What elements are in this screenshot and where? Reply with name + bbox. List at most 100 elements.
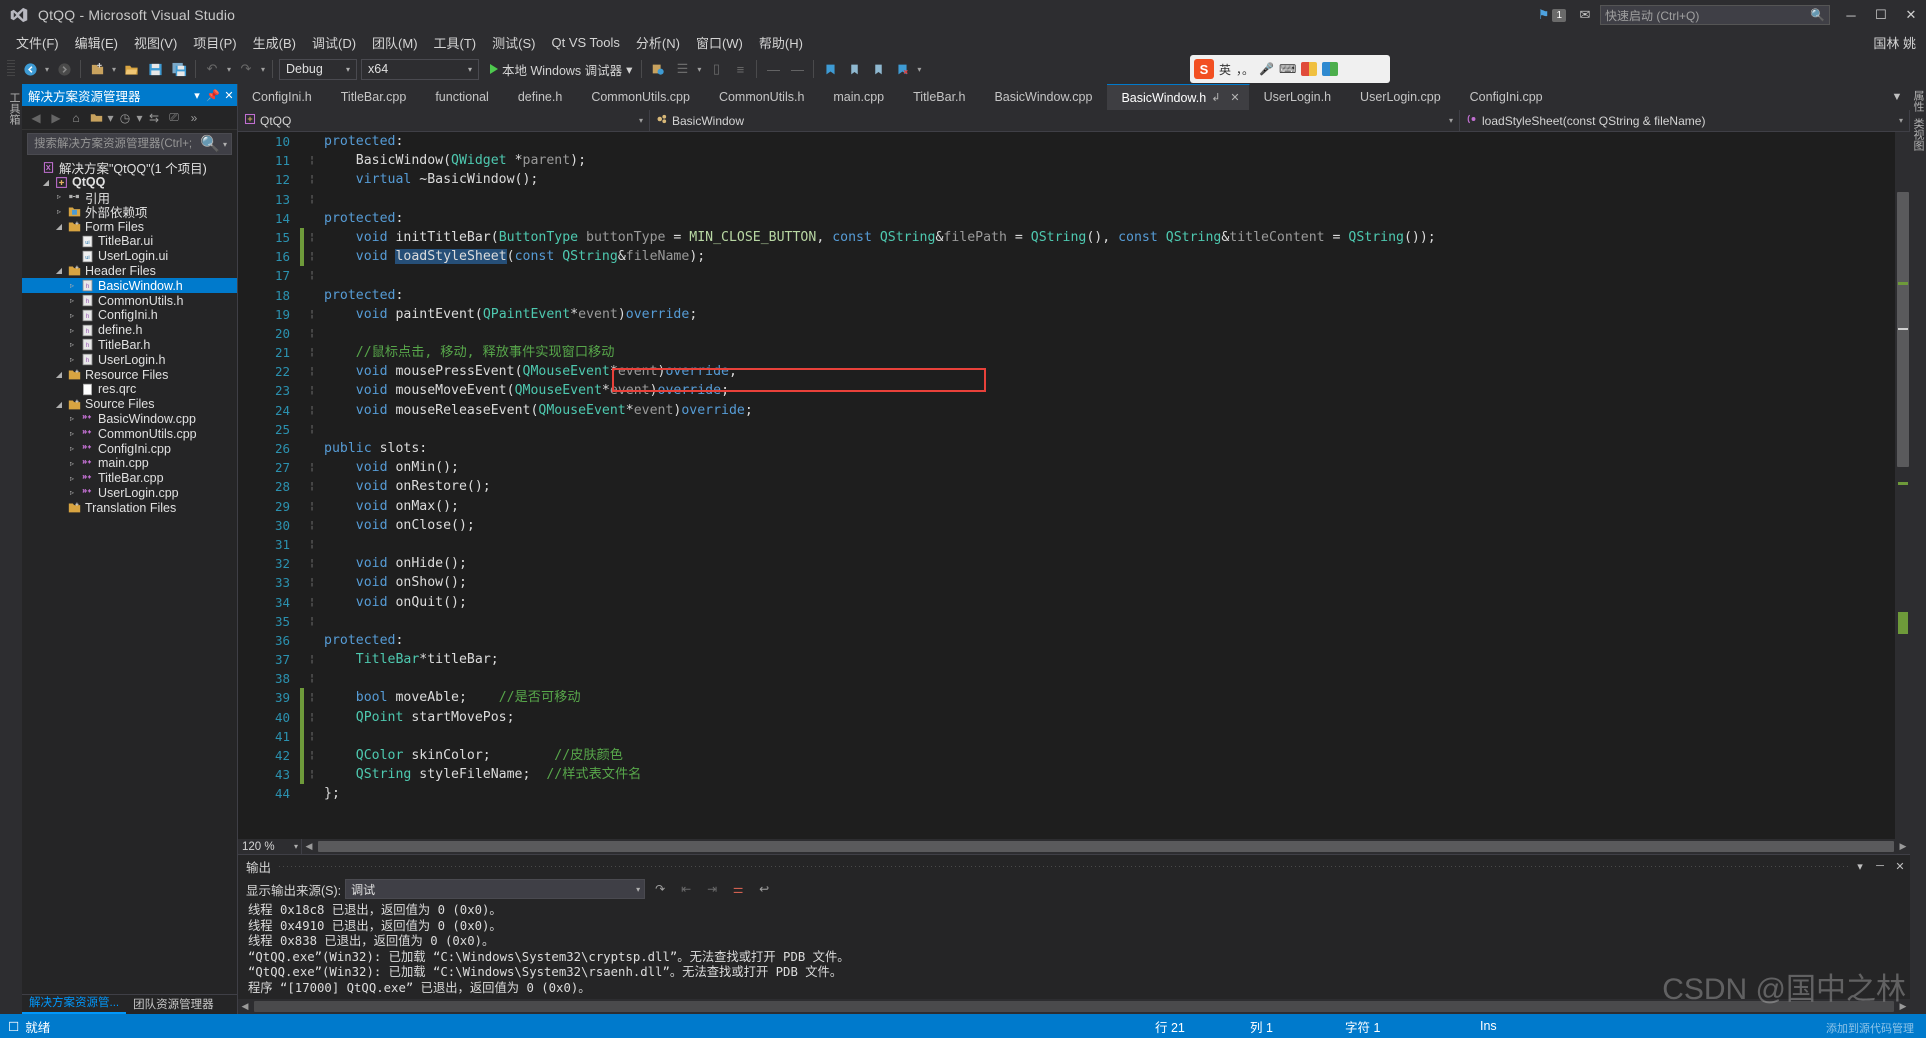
- editor-tab-TitleBarh[interactable]: TitleBar.h: [899, 84, 981, 110]
- code-line[interactable]: 43 ¦ QString styleFileName; //样式表文件名: [238, 765, 1894, 785]
- navbar-member-combo[interactable]: loadStyleSheet(const QString & fileName)…: [1460, 109, 1910, 132]
- ime-keyboard-icon[interactable]: ⌨: [1279, 62, 1296, 76]
- expander-closed-icon[interactable]: ▹: [65, 429, 79, 438]
- expander-open-icon[interactable]: ◢: [52, 370, 66, 379]
- toolbar-overflow-icon[interactable]: ▾: [914, 65, 924, 74]
- menu-build[interactable]: 生成(B): [245, 31, 304, 54]
- output-text[interactable]: 线程 0x18c8 已退出，返回值为 0 (0x0)。 线程 0x4910 已退出…: [238, 901, 1910, 999]
- code-line[interactable]: 42 ¦ QColor skinColor; //皮肤颜色: [238, 746, 1894, 766]
- code-line[interactable]: 22 ¦ void mousePressEvent(QMouseEvent*eve…: [238, 362, 1894, 381]
- code-line[interactable]: 14 protected:: [238, 209, 1894, 228]
- menu-window[interactable]: 窗口(W): [688, 31, 751, 54]
- code-line[interactable]: 40 ¦ QPoint startMovePos;: [238, 707, 1894, 727]
- user-account[interactable]: 国林 姚: [1873, 33, 1916, 52]
- expander-closed-icon[interactable]: ▹: [65, 355, 79, 364]
- horizontal-scrollbar-thumb[interactable]: [318, 841, 1894, 852]
- clear-bookmarks-icon[interactable]: [891, 58, 913, 80]
- navigate-backward-dropdown-icon[interactable]: ▾: [42, 65, 52, 74]
- search-input[interactable]: [32, 137, 201, 151]
- code-line[interactable]: 15 ¦ void initTitleBar(ButtonType buttonT…: [238, 227, 1894, 248]
- overflow-icon[interactable]: »: [184, 108, 204, 128]
- tree-node-BasicWindow.cpp[interactable]: ▹ BasicWindow.cpp: [22, 412, 237, 427]
- code-line[interactable]: 37 ¦ TitleBar*titleBar;: [238, 650, 1894, 669]
- expander-open-icon[interactable]: ◢: [52, 266, 66, 275]
- home-icon[interactable]: ⌂: [66, 108, 86, 128]
- code-line[interactable]: 12 ¦ virtual ~BasicWindow();: [238, 170, 1894, 189]
- tree-node-BasicWindow.h[interactable]: ▹ h BasicWindow.h: [22, 278, 237, 294]
- expander-closed-icon[interactable]: ▹: [65, 474, 79, 483]
- new-project-dropdown-icon[interactable]: ▾: [109, 65, 119, 74]
- code-line[interactable]: 28 ¦ void onRestore();: [238, 477, 1894, 496]
- show-all-files-icon[interactable]: [86, 108, 106, 128]
- tree-node-ResourceFiles[interactable]: ◢ Resource Files: [22, 367, 237, 382]
- menu-qt-vs-tools[interactable]: Qt VS Tools: [543, 33, 627, 52]
- add-to-source-control-label[interactable]: 添加到源代码管理: [1826, 1020, 1914, 1036]
- expander-closed-icon[interactable]: ▹: [65, 281, 79, 290]
- previous-bookmark-icon[interactable]: [843, 58, 865, 80]
- chevron-down-icon[interactable]: ▾: [1850, 860, 1870, 873]
- expander-open-icon[interactable]: ◢: [39, 178, 53, 187]
- editor-tab-ConfigInicpp[interactable]: ConfigIni.cpp: [1456, 84, 1558, 110]
- code-line[interactable]: 25 ¦: [238, 420, 1894, 439]
- redo-dropdown-icon[interactable]: ▾: [258, 65, 268, 74]
- code-line[interactable]: 38 ¦: [238, 669, 1894, 688]
- tree-node-TitleBar.cpp[interactable]: ▹ TitleBar.cpp: [22, 471, 237, 486]
- menu-file[interactable]: 文件(F): [8, 31, 67, 54]
- code-line[interactable]: 13 ¦: [238, 190, 1894, 209]
- close-button[interactable]: ✕: [1896, 0, 1926, 30]
- tree-node-HeaderFiles[interactable]: ◢ Header Files: [22, 264, 237, 279]
- ime-mic-icon[interactable]: 🎤: [1259, 62, 1274, 76]
- editor-zoom-level[interactable]: 120 % ▾: [238, 839, 302, 854]
- solution-explorer-search[interactable]: 🔍 ▾: [27, 133, 232, 155]
- expander-open-icon[interactable]: ◢: [52, 400, 66, 409]
- right-docked-tool-strip[interactable]: 属性 类视图: [1910, 84, 1926, 1014]
- attach-process-icon[interactable]: [647, 58, 669, 80]
- editor-tab-TitleBarcpp[interactable]: TitleBar.cpp: [327, 84, 422, 110]
- editor-tab-BasicWindowh[interactable]: BasicWindow.h ↲ ✕: [1107, 84, 1250, 110]
- forward-icon[interactable]: ▶: [46, 108, 66, 128]
- tree-node-define.h[interactable]: ▹ h define.h: [22, 323, 237, 338]
- properties-vertical-label[interactable]: 属性: [1910, 84, 1926, 112]
- next-icon[interactable]: ⇥: [701, 882, 723, 896]
- previous-icon[interactable]: ⇤: [675, 882, 697, 896]
- menu-team[interactable]: 团队(M): [364, 31, 426, 54]
- chevron-down-icon-2[interactable]: ▾: [135, 108, 144, 128]
- code-line[interactable]: 31 ¦: [238, 535, 1894, 554]
- expander-open-icon[interactable]: ◢: [52, 222, 66, 231]
- expander-closed-icon[interactable]: ▹: [52, 207, 66, 216]
- menu-project[interactable]: 项目(P): [185, 31, 244, 54]
- editor-tab-CommonUtilsh[interactable]: CommonUtils.h: [705, 84, 820, 110]
- undo-dropdown-icon[interactable]: ▾: [224, 65, 234, 74]
- tree-node-QtQQ[interactable]: ◢ QtQQ: [22, 175, 237, 190]
- expander-closed-icon[interactable]: ▹: [65, 414, 79, 423]
- solution-tree[interactable]: 解决方案"QtQQ"(1 个项目) ◢ QtQQ ▹ 引用 ▹ 外部依赖项 ◢ Form Fil…: [22, 158, 237, 994]
- ime-punctuation-icon[interactable]: ，。: [1236, 61, 1254, 78]
- save-all-icon[interactable]: [168, 58, 190, 80]
- feedback-icon[interactable]: ✉: [1570, 0, 1600, 30]
- stack-frame-icon[interactable]: ☰: [671, 58, 693, 80]
- tree-node-main.cpp[interactable]: ▹ main.cpp: [22, 456, 237, 471]
- output-hscroll-thumb[interactable]: [254, 1001, 1894, 1012]
- new-project-icon[interactable]: [86, 58, 108, 80]
- code-line[interactable]: 18 protected:: [238, 286, 1894, 305]
- editor-tab-ConfigInih[interactable]: ConfigIni.h: [238, 84, 327, 110]
- quick-launch-input[interactable]: 快速启动 (Ctrl+Q) 🔍: [1600, 5, 1830, 25]
- code-line[interactable]: 33 ¦ void onShow();: [238, 573, 1894, 592]
- expander-closed-icon[interactable]: ▹: [65, 488, 79, 497]
- solution-configuration-combo[interactable]: Debug ▾: [279, 58, 357, 80]
- clear-all-icon[interactable]: ⚌: [727, 882, 749, 896]
- tree-node-CommonUtils.cpp[interactable]: ▹ CommonUtils.cpp: [22, 426, 237, 441]
- code-line[interactable]: 19 ¦ void paintEvent(QPaintEvent*event)ov…: [238, 305, 1894, 324]
- menu-view[interactable]: 视图(V): [126, 31, 185, 54]
- code-line[interactable]: 11 ¦ BasicWindow(QWidget *parent);: [238, 151, 1894, 170]
- expander-closed-icon[interactable]: ▹: [65, 311, 79, 320]
- code-line[interactable]: 20 ¦: [238, 324, 1894, 343]
- tree-node-SourceFiles[interactable]: ◢ Source Files: [22, 397, 237, 412]
- toggle-wordwrap-icon[interactable]: ↩: [753, 882, 775, 896]
- navbar-class-combo[interactable]: BasicWindow ▾: [650, 109, 1460, 132]
- notification-badge[interactable]: ⚑ 1: [1534, 7, 1570, 23]
- class-view-vertical-label[interactable]: 类视图: [1910, 112, 1926, 151]
- menu-help[interactable]: 帮助(H): [751, 31, 811, 54]
- chevron-down-icon[interactable]: ▾: [189, 89, 205, 102]
- editor-tab-UserLoginh[interactable]: UserLogin.h: [1250, 84, 1347, 110]
